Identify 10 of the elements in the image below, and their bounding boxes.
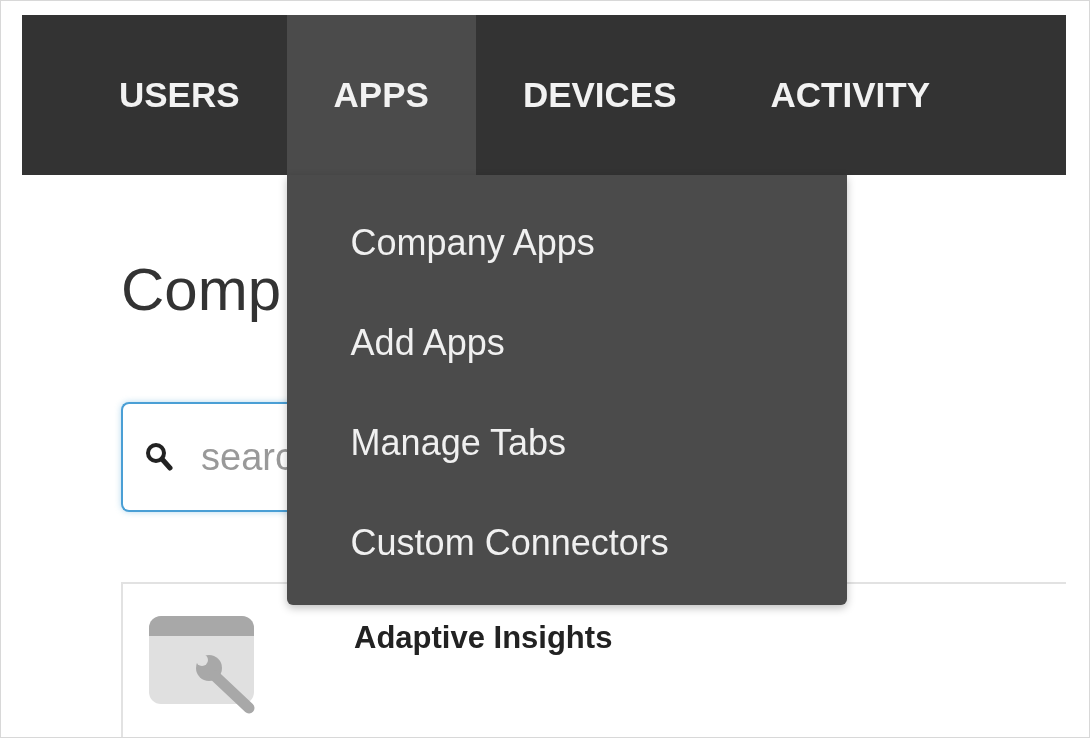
menu-item[interactable]: Company Apps (286, 200, 847, 300)
app-card[interactable]: Adaptive Insights (121, 582, 1066, 737)
page-title: Comp (121, 255, 283, 325)
app-name: Adaptive Insights (354, 620, 613, 657)
nav-tab[interactable]: DEVICES (475, 15, 724, 175)
menu-item[interactable]: Add Apps (286, 300, 847, 400)
search-icon (145, 442, 173, 472)
nav-tab[interactable]: APPS (286, 15, 476, 175)
nav-tab[interactable]: ACTIVITY (723, 15, 977, 175)
nav-tab[interactable]: USERS (72, 15, 287, 175)
